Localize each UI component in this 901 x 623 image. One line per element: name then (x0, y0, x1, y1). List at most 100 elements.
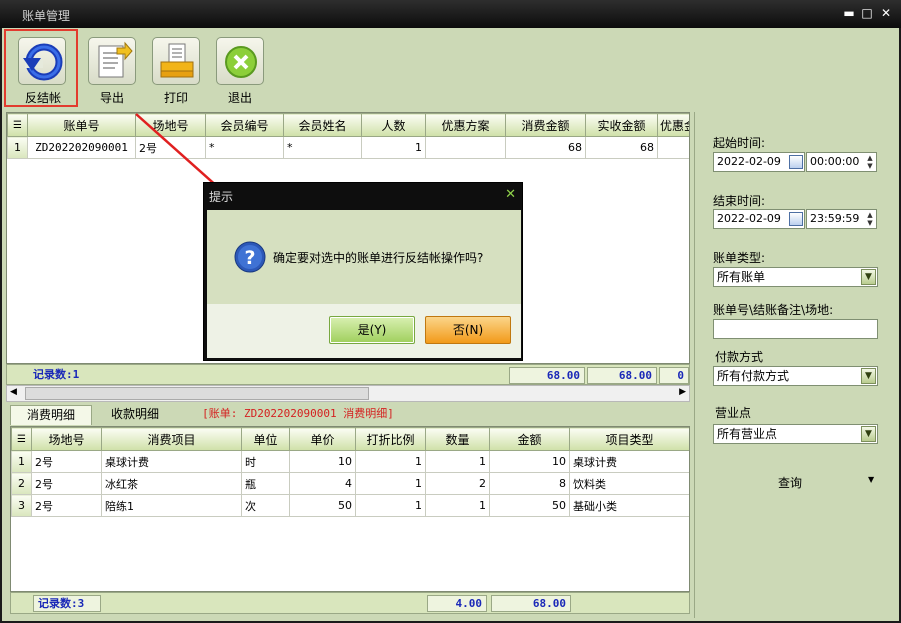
cell-venue[interactable]: 2号 (31, 450, 102, 473)
maximize-button[interactable]: □ (860, 6, 874, 20)
cell-discount-ratio[interactable]: 1 (355, 472, 426, 495)
col-received[interactable]: 实收金额 (585, 113, 658, 137)
cell-unit[interactable]: 时 (241, 450, 290, 473)
question-icon: ? (234, 241, 266, 273)
scroll-thumb[interactable] (25, 387, 369, 400)
table-row[interactable]: 2 2号 冰红茶 瓶 4 1 2 8 饮料类 (11, 472, 689, 495)
bills-record-count: 记录数:1 (33, 368, 80, 381)
cell-venue[interactable]: 2号 (31, 472, 102, 495)
col-member-name[interactable]: 会员姓名 (283, 113, 362, 137)
cell-qty[interactable]: 1 (425, 450, 490, 473)
close-button[interactable]: ✕ (879, 6, 893, 20)
bills-hscroll[interactable]: ◀ ▶ (6, 385, 690, 402)
outlet-select[interactable]: 所有营业点 ▼ (713, 424, 878, 444)
cell-people[interactable]: 1 (361, 136, 426, 159)
cell-item[interactable]: 桌球计费 (101, 450, 242, 473)
grid-menu-icon[interactable]: ☰ (11, 427, 32, 451)
cell-unit[interactable]: 瓶 (241, 472, 290, 495)
cell-qty[interactable]: 2 (425, 472, 490, 495)
cell-price[interactable]: 4 (289, 472, 356, 495)
cell-discount[interactable]: 0 (657, 136, 689, 159)
cell-type[interactable]: 饮料类 (569, 472, 689, 495)
payment-select[interactable]: 所有付款方式 ▼ (713, 366, 878, 386)
calendar-icon[interactable] (789, 155, 803, 169)
no-button[interactable]: 否(N) (425, 316, 511, 344)
bill-type-select[interactable]: 所有账单 ▼ (713, 267, 878, 287)
exit-button[interactable]: 退出 (208, 33, 272, 107)
print-button[interactable]: 打印 (144, 33, 208, 107)
scroll-right-icon[interactable]: ▶ (679, 387, 686, 397)
cell-amount[interactable]: 10 (489, 450, 570, 473)
chevron-down-icon[interactable]: ▼ (861, 269, 876, 285)
col-consume[interactable]: 消费金额 (505, 113, 586, 137)
dialog-close-icon[interactable]: ✕ (505, 187, 516, 202)
cell-qty[interactable]: 1 (425, 494, 490, 517)
row-index: 2 (11, 472, 32, 495)
dialog-button-bar: 是(Y) 否(N) (207, 304, 521, 358)
cell-price[interactable]: 10 (289, 450, 356, 473)
col-price[interactable]: 单价 (289, 427, 356, 451)
col-people[interactable]: 人数 (361, 113, 426, 137)
col-discount-ratio[interactable]: 打折比例 (355, 427, 426, 451)
cell-type[interactable]: 基础小类 (569, 494, 689, 517)
bills-footer: 记录数:1 68.00 68.00 0 (6, 364, 690, 385)
end-time-field[interactable]: 23:59:59 ▲ ▼ (806, 209, 877, 229)
tab-payment-detail[interactable]: 收款明细 (94, 405, 176, 425)
query-button[interactable]: 查询 ▼ (755, 472, 885, 494)
chevron-down-icon[interactable]: ▼ (861, 426, 876, 442)
spinner-icon[interactable]: ▲ ▼ (865, 154, 875, 170)
col-unit[interactable]: 单位 (241, 427, 290, 451)
cell-type[interactable]: 桌球计费 (569, 450, 689, 473)
grid-menu-icon[interactable]: ☰ (7, 113, 28, 137)
end-time-label: 结束时间: (713, 194, 766, 208)
cell-received[interactable]: 68 (585, 136, 658, 159)
col-discount-plan[interactable]: 优惠方案 (425, 113, 506, 137)
tab-consume-detail[interactable]: 消费明细 (10, 405, 92, 425)
dialog-message: 确定要对选中的账单进行反结帐操作吗? (273, 251, 484, 265)
col-item[interactable]: 消费项目 (101, 427, 242, 451)
col-qty[interactable]: 数量 (425, 427, 490, 451)
cell-price[interactable]: 50 (289, 494, 356, 517)
cell-item[interactable]: 冰红茶 (101, 472, 242, 495)
cell-item[interactable]: 陪练1 (101, 494, 242, 517)
cell-unit[interactable]: 次 (241, 494, 290, 517)
cell-discount-plan[interactable] (425, 136, 506, 159)
table-row[interactable]: 1 2号 桌球计费 时 10 1 1 10 桌球计费 (11, 450, 689, 473)
minimize-button[interactable]: ▬ (842, 6, 856, 20)
dropdown-arrow-icon[interactable]: ▼ (868, 475, 874, 484)
export-button[interactable]: 导出 (80, 33, 144, 107)
spinner-icon[interactable]: ▲ ▼ (865, 211, 875, 227)
bills-header-row: ☰ 账单号 场地号 会员编号 会员姓名 人数 优惠方案 消费金额 实收金额 优惠… (7, 113, 689, 137)
scroll-left-icon[interactable]: ◀ (10, 387, 17, 397)
cell-member-no[interactable]: * (205, 136, 284, 159)
chevron-down-icon[interactable]: ▼ (861, 368, 876, 384)
cell-venue[interactable]: 2号 (135, 136, 206, 159)
col-bill-no[interactable]: 账单号 (27, 113, 136, 137)
cell-amount[interactable]: 8 (489, 472, 570, 495)
table-row[interactable]: 1 ZD202202090001 2号 * * 1 68 68 0 (7, 136, 689, 159)
cell-member-name[interactable]: * (283, 136, 362, 159)
keyword-input[interactable] (713, 319, 878, 339)
cell-discount-ratio[interactable]: 1 (355, 494, 426, 517)
bills-discount-total: 0 (659, 367, 689, 384)
start-time-field[interactable]: 00:00:00 ▲ ▼ (806, 152, 877, 172)
table-row[interactable]: 3 2号 陪练1 次 50 1 1 50 基础小类 (11, 494, 689, 517)
col-amount[interactable]: 金额 (489, 427, 570, 451)
payment-label: 付款方式 (715, 350, 764, 364)
col-member-no[interactable]: 会员编号 (205, 113, 284, 137)
bill-type-label: 账单类型: (713, 251, 766, 265)
cell-amount[interactable]: 50 (489, 494, 570, 517)
cell-discount-ratio[interactable]: 1 (355, 450, 426, 473)
unsettle-button[interactable]: 反结帐 (4, 29, 78, 107)
yes-button[interactable]: 是(Y) (329, 316, 415, 344)
payment-value: 所有付款方式 (717, 369, 790, 383)
calendar-icon[interactable] (789, 212, 803, 226)
cell-venue[interactable]: 2号 (31, 494, 102, 517)
exit-label: 退出 (227, 91, 252, 105)
col-type[interactable]: 项目类型 (569, 427, 689, 451)
cell-consume[interactable]: 68 (505, 136, 586, 159)
col-venue[interactable]: 场地号 (31, 427, 102, 451)
cell-bill-no[interactable]: ZD202202090001 (27, 136, 136, 159)
col-venue[interactable]: 场地号 (135, 113, 206, 137)
col-discount[interactable]: 优惠金 (657, 113, 689, 137)
